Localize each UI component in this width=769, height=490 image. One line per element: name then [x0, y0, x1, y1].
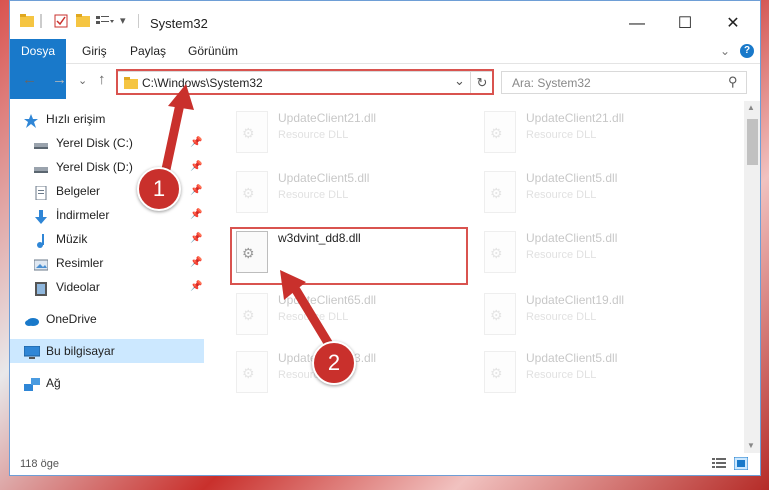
- step-badge-1: 1: [137, 167, 181, 211]
- step-badge-2: 2: [312, 341, 356, 385]
- annotation-arrows: [157, 84, 341, 361]
